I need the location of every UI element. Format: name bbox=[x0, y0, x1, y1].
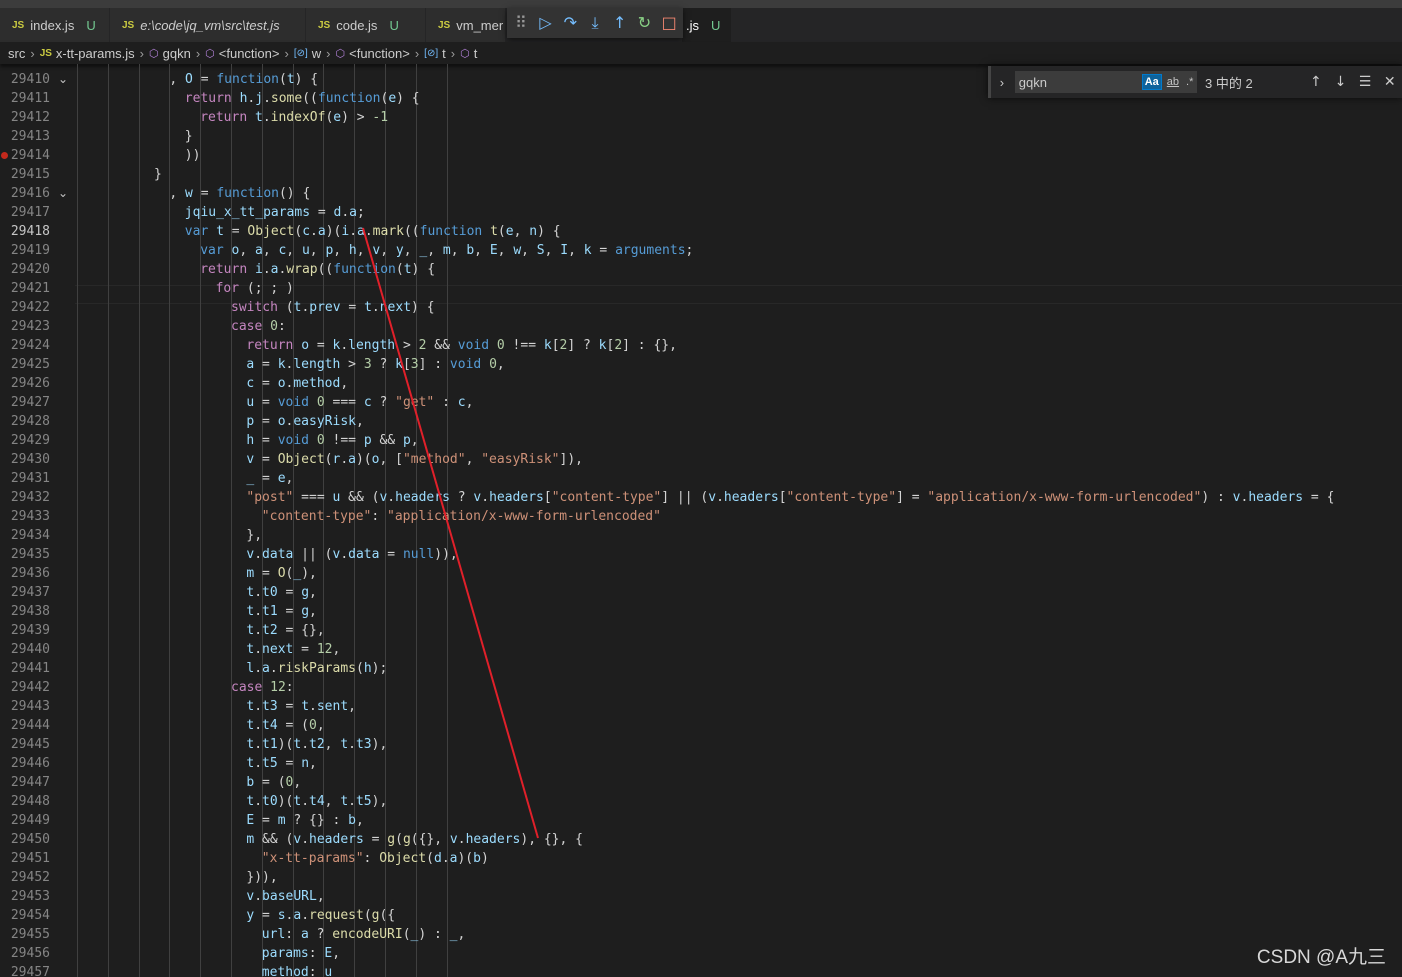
red-annotation-arrow bbox=[362, 227, 539, 839]
watermark: CSDN @A九三 bbox=[1256, 947, 1386, 968]
